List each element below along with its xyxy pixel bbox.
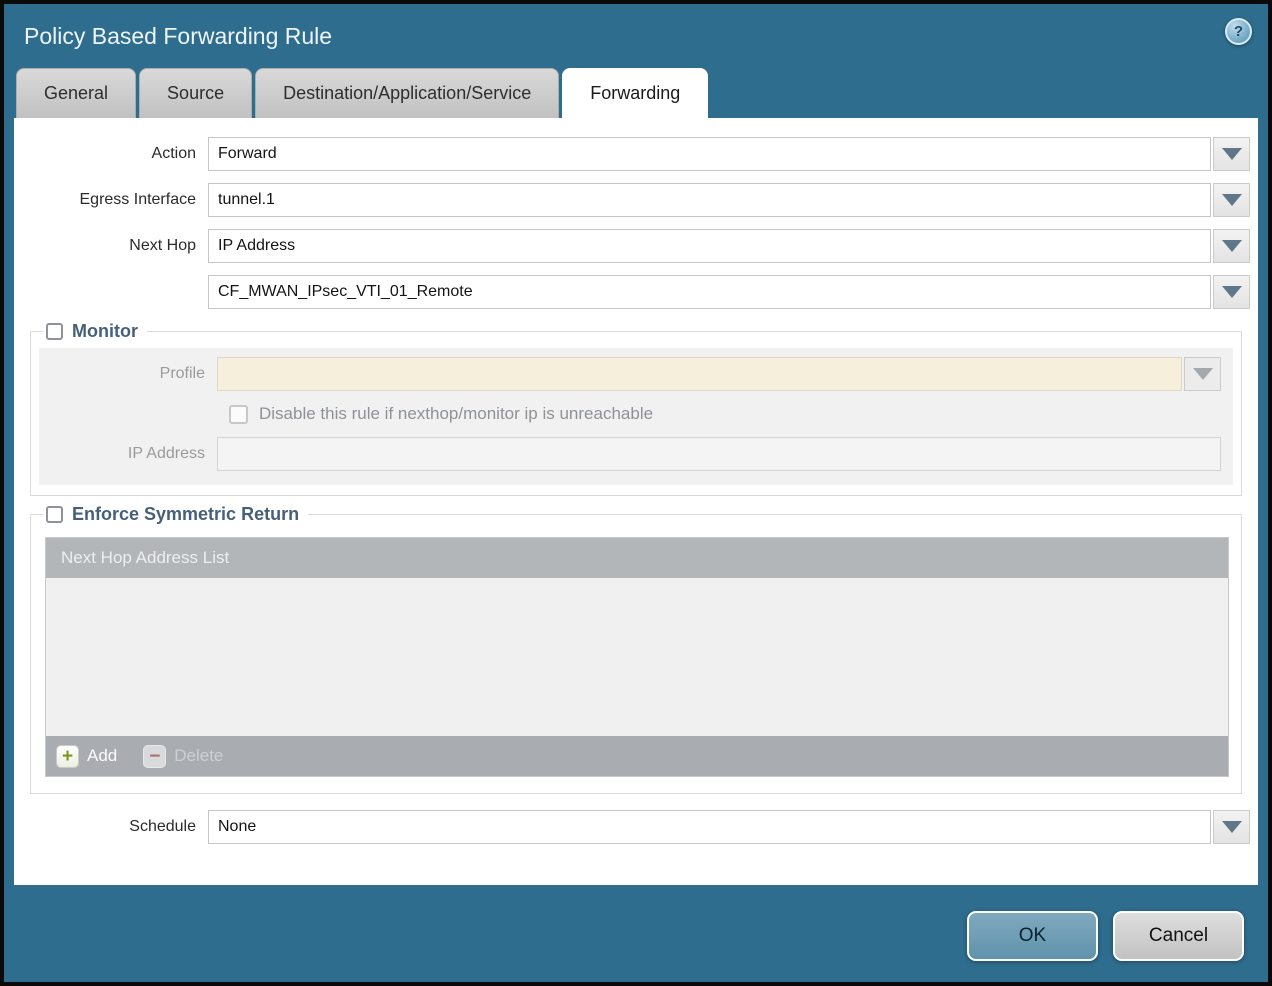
monitor-ip-address-row: IP Address [39,437,1221,471]
tab-general[interactable]: General [16,68,136,118]
enforce-legend: Enforce Symmetric Return [43,504,308,525]
delete-button-label: Delete [174,746,223,766]
egress-interface-value[interactable]: tunnel.1 [208,183,1211,217]
help-icon[interactable]: ? [1225,18,1252,45]
chevron-down-icon [1222,286,1242,298]
next-hop-address-list-table: Next Hop Address List + Add − Delete [45,537,1229,777]
forwarding-tab-panel: Action Forward Egress Interface tunnel.1… [14,118,1258,885]
next-hop-type-select: IP Address [208,229,1250,263]
enforce-legend-label: Enforce Symmetric Return [72,504,299,525]
schedule-dropdown-button[interactable] [1213,810,1250,844]
next-hop-label: Next Hop [28,237,208,255]
dialog-button-bar: OK Cancel [4,885,1268,961]
action-label: Action [28,145,208,163]
disable-rule-checkbox [229,405,248,424]
next-hop-address-list-toolbar: + Add − Delete [46,736,1228,776]
next-hop-row: Next Hop IP Address [28,229,1250,263]
chevron-down-icon [1222,240,1242,252]
monitor-section: Monitor Profile Disable this rule if nex… [30,321,1242,496]
add-button[interactable]: + Add [56,745,117,768]
tab-bar: General Source Destination/Application/S… [4,68,1268,118]
schedule-label: Schedule [28,818,208,836]
next-hop-address-row: CF_MWAN_IPsec_VTI_01_Remote [28,275,1250,309]
next-hop-address-value[interactable]: CF_MWAN_IPsec_VTI_01_Remote [208,275,1211,309]
action-row: Action Forward [28,137,1250,171]
disable-rule-row: Disable this rule if nexthop/monitor ip … [229,404,1221,424]
dialog-frame: Policy Based Forwarding Rule ? General S… [0,0,1272,986]
add-button-label: Add [87,746,117,766]
delete-button: − Delete [143,745,223,768]
chevron-down-icon [1222,821,1242,833]
chevron-down-icon [1222,148,1242,160]
tab-destination-application-service[interactable]: Destination/Application/Service [255,68,559,118]
egress-interface-dropdown-button[interactable] [1213,183,1250,217]
next-hop-address-list-body[interactable] [46,578,1228,736]
profile-value [217,357,1182,391]
tab-forwarding[interactable]: Forwarding [562,68,708,118]
monitor-checkbox[interactable] [46,323,63,340]
action-dropdown-button[interactable] [1213,137,1250,171]
next-hop-address-dropdown-button[interactable] [1213,275,1250,309]
profile-label: Profile [39,365,217,383]
next-hop-address-list-header: Next Hop Address List [46,538,1228,578]
monitor-legend: Monitor [43,321,147,342]
dialog-title: Policy Based Forwarding Rule [24,23,332,50]
chevron-down-icon [1222,194,1242,206]
disable-rule-label: Disable this rule if nexthop/monitor ip … [259,404,653,424]
egress-interface-row: Egress Interface tunnel.1 [28,183,1250,217]
next-hop-type-value[interactable]: IP Address [208,229,1211,263]
monitor-disabled-panel: Profile Disable this rule if nexthop/mon… [39,348,1233,485]
enforce-symmetric-return-checkbox[interactable] [46,506,63,523]
enforce-symmetric-return-section: Enforce Symmetric Return Next Hop Addres… [30,504,1242,794]
profile-row: Profile [39,357,1221,391]
chevron-down-icon [1193,368,1213,380]
action-value[interactable]: Forward [208,137,1211,171]
monitor-ip-address-label: IP Address [39,445,217,463]
egress-interface-label: Egress Interface [28,191,208,209]
profile-dropdown-button [1184,357,1221,391]
schedule-select: None [208,810,1250,844]
schedule-row: Schedule None [28,810,1250,844]
minus-icon: − [143,745,166,768]
egress-interface-select: tunnel.1 [208,183,1250,217]
profile-select [217,357,1221,391]
tab-source[interactable]: Source [139,68,252,118]
monitor-legend-label: Monitor [72,321,138,342]
schedule-value[interactable]: None [208,810,1211,844]
next-hop-type-dropdown-button[interactable] [1213,229,1250,263]
ok-button[interactable]: OK [967,911,1098,961]
plus-icon: + [56,745,79,768]
next-hop-address-select: CF_MWAN_IPsec_VTI_01_Remote [208,275,1250,309]
monitor-ip-address-input [217,437,1221,471]
action-select: Forward [208,137,1250,171]
dialog-titlebar: Policy Based Forwarding Rule ? [4,4,1268,68]
cancel-button[interactable]: Cancel [1113,911,1244,961]
